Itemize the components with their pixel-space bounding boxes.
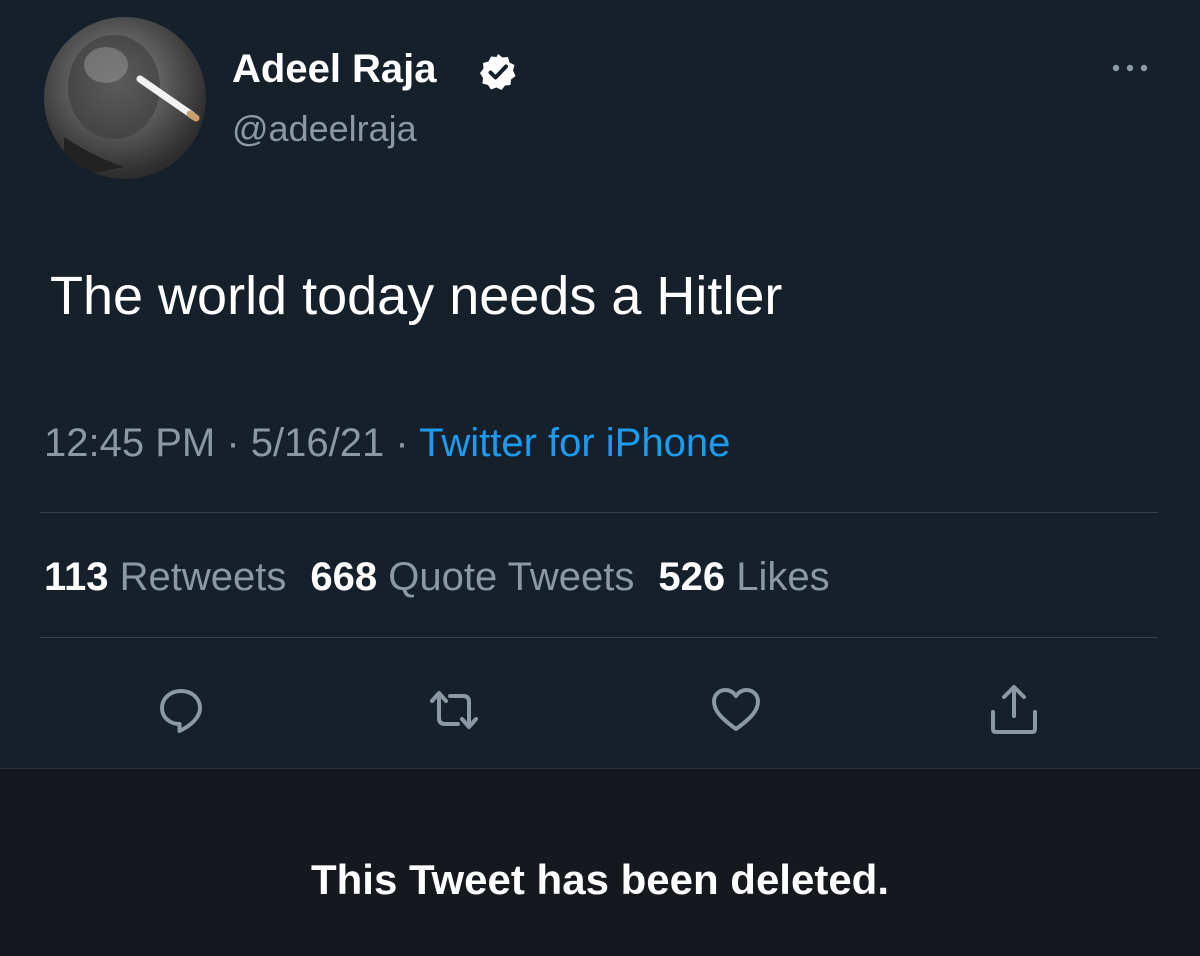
tweet-screen: Adeel Raja @adeelraja The world today ne… bbox=[0, 0, 1200, 956]
author-display-name[interactable]: Adeel Raja bbox=[232, 44, 437, 94]
retweet-button[interactable] bbox=[426, 682, 482, 738]
retweets-stat[interactable]: 113 Retweets bbox=[44, 555, 286, 599]
profile-photo-icon bbox=[64, 35, 200, 179]
verified-badge-icon bbox=[480, 54, 516, 90]
tweet-stats: 113 Retweets 668 Quote Tweets 526 Likes bbox=[44, 552, 830, 602]
divider bbox=[40, 637, 1158, 638]
more-options-icon[interactable] bbox=[1106, 56, 1154, 80]
share-button[interactable] bbox=[986, 682, 1042, 738]
likes-label: Likes bbox=[736, 555, 830, 599]
retweet-icon bbox=[430, 691, 478, 729]
meta-separator: · bbox=[395, 421, 409, 465]
tweet-meta: 12:45 PM · 5/16/21 · Twitter for iPhone bbox=[44, 418, 730, 468]
divider bbox=[40, 512, 1158, 513]
likes-count: 526 bbox=[658, 555, 726, 599]
tweet-text: The world today needs a Hitler bbox=[50, 266, 783, 326]
like-button[interactable] bbox=[708, 682, 764, 738]
tweet-source-link[interactable]: Twitter for iPhone bbox=[419, 421, 730, 465]
author-handle[interactable]: @adeelraja bbox=[232, 106, 417, 152]
share-icon bbox=[991, 685, 1037, 734]
quote-tweets-label: Quote Tweets bbox=[388, 555, 635, 599]
deleted-message: This Tweet has been deleted. bbox=[310, 856, 890, 903]
reply-icon bbox=[160, 689, 202, 733]
reply-button[interactable] bbox=[153, 682, 209, 738]
meta-separator: · bbox=[226, 421, 240, 465]
retweets-label: Retweets bbox=[119, 555, 287, 599]
like-icon bbox=[712, 688, 760, 731]
quote-tweets-stat[interactable]: 668 Quote Tweets bbox=[310, 555, 634, 599]
tweet-time[interactable]: 12:45 PM bbox=[44, 421, 215, 465]
retweets-count: 113 bbox=[44, 555, 109, 599]
avatar[interactable] bbox=[44, 17, 206, 179]
quote-tweets-count: 668 bbox=[310, 555, 378, 599]
likes-stat[interactable]: 526 Likes bbox=[658, 555, 829, 599]
tweet-date[interactable]: 5/16/21 bbox=[251, 421, 384, 465]
